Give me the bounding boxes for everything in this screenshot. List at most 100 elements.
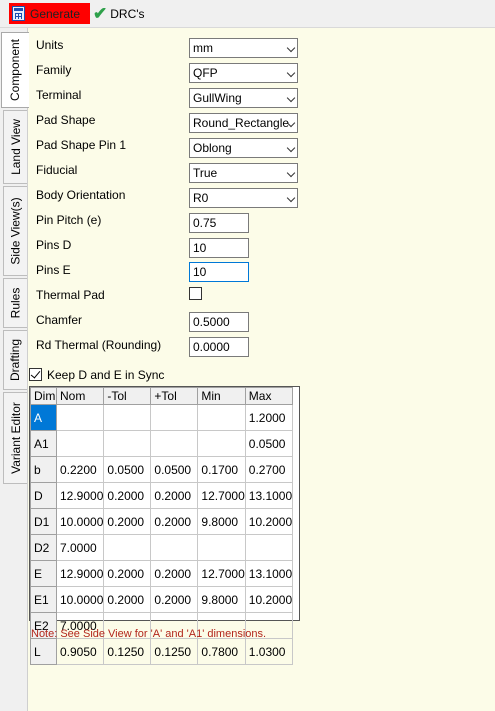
- tab-component[interactable]: Component: [1, 32, 29, 108]
- chevron-down-icon: [286, 68, 296, 78]
- pins-d-input[interactable]: 10: [189, 238, 249, 258]
- pad-shape-label: Pad Shape: [36, 113, 96, 127]
- grid-cell[interactable]: 0.7800: [197, 638, 246, 665]
- table-row[interactable]: A1 0.0500: [30, 430, 294, 457]
- grid-cell[interactable]: 0.1250: [103, 638, 152, 665]
- row-header[interactable]: D2: [30, 534, 57, 561]
- grid-cell[interactable]: 0.0500: [150, 456, 199, 483]
- table-row[interactable]: D1 10.0000 0.2000 0.2000 9.8000 10.2000: [30, 508, 294, 535]
- grid-cell[interactable]: 0.2000: [150, 508, 199, 535]
- grid-cell[interactable]: 12.7000: [197, 482, 246, 509]
- table-row[interactable]: L 0.9050 0.1250 0.1250 0.7800 1.0300: [30, 638, 294, 665]
- rd-thermal-input[interactable]: 0.0000: [189, 337, 249, 357]
- column-header[interactable]: Nom: [55, 387, 105, 405]
- grid-cell[interactable]: [55, 430, 105, 457]
- grid-cell[interactable]: 0.2000: [150, 482, 199, 509]
- grid-cell[interactable]: 0.0500: [103, 456, 152, 483]
- grid-cell[interactable]: 12.9000: [55, 482, 105, 509]
- grid-cell[interactable]: 10.0000: [55, 586, 105, 613]
- row-header[interactable]: E: [30, 560, 57, 587]
- column-header[interactable]: Max: [244, 387, 294, 405]
- column-header[interactable]: Min: [197, 387, 246, 405]
- grid-cell[interactable]: 0.2000: [150, 586, 199, 613]
- grid-cell[interactable]: 12.9000: [55, 560, 105, 587]
- grid-cell[interactable]: [103, 404, 152, 431]
- terminal-dropdown[interactable]: GullWing: [189, 88, 298, 108]
- grid-cell[interactable]: [103, 430, 152, 457]
- rd-thermal-label: Rd Thermal (Rounding): [36, 338, 162, 352]
- row-header[interactable]: D1: [30, 508, 57, 535]
- grid-cell[interactable]: 7.0000: [55, 534, 105, 561]
- pad-shape-pin1-dropdown[interactable]: Oblong: [189, 138, 298, 158]
- grid-cell[interactable]: [244, 534, 294, 561]
- grid-cell[interactable]: [197, 404, 246, 431]
- tab-rules[interactable]: Rules: [3, 278, 27, 328]
- table-row[interactable]: D 12.9000 0.2000 0.2000 12.7000 13.1000: [30, 482, 294, 509]
- grid-cell[interactable]: 1.2000: [244, 404, 294, 431]
- grid-cell[interactable]: 0.2200: [55, 456, 105, 483]
- grid-cell[interactable]: 0.2700: [244, 456, 294, 483]
- grid-cell[interactable]: [150, 404, 199, 431]
- grid-cell[interactable]: 0.1250: [150, 638, 199, 665]
- row-header[interactable]: L: [30, 638, 57, 665]
- pins-d-label: Pins D: [36, 238, 72, 252]
- grid-cell[interactable]: 12.7000: [197, 560, 246, 587]
- grid-cell[interactable]: 0.2000: [103, 586, 152, 613]
- grid-cell[interactable]: 13.1000: [244, 560, 294, 587]
- pins-e-input[interactable]: 10: [189, 262, 249, 282]
- keep-d-e-sync-checkbox[interactable]: [29, 368, 42, 381]
- tab-side-views[interactable]: Side View(s): [3, 186, 27, 276]
- grid-cell[interactable]: [197, 430, 246, 457]
- tab-drafting[interactable]: Drafting: [3, 330, 27, 390]
- fiducial-dropdown[interactable]: True: [189, 163, 298, 183]
- generate-label: Generate: [30, 6, 81, 21]
- row-header[interactable]: A1: [30, 430, 57, 457]
- row-header[interactable]: A: [30, 404, 57, 431]
- units-dropdown[interactable]: mm: [189, 38, 298, 58]
- grid-cell[interactable]: 13.1000: [244, 482, 294, 509]
- grid-cell[interactable]: 1.0300: [244, 638, 294, 665]
- grid-cell[interactable]: 0.2000: [103, 560, 152, 587]
- drc-button[interactable]: ✔ DRC's: [93, 3, 145, 24]
- table-row[interactable]: E 12.9000 0.2000 0.2000 12.7000 13.1000: [30, 560, 294, 587]
- row-header[interactable]: D: [30, 482, 57, 509]
- grid-cell[interactable]: 0.2000: [103, 482, 152, 509]
- row-header[interactable]: b: [30, 456, 57, 483]
- grid-cell[interactable]: [103, 534, 152, 561]
- row-header[interactable]: E1: [30, 586, 57, 613]
- column-header[interactable]: -Tol: [103, 387, 152, 405]
- pin-pitch-label: Pin Pitch (e): [36, 213, 102, 227]
- table-row[interactable]: A 1.2000: [30, 404, 294, 431]
- grid-cell[interactable]: 0.1700: [197, 456, 246, 483]
- table-row[interactable]: b 0.2200 0.0500 0.0500 0.1700 0.2700: [30, 456, 294, 483]
- grid-cell[interactable]: [150, 534, 199, 561]
- grid-cell[interactable]: [150, 430, 199, 457]
- calculator-icon: [12, 6, 25, 21]
- tab-land-view[interactable]: Land View: [3, 110, 27, 184]
- grid-cell[interactable]: 9.8000: [197, 586, 246, 613]
- tab-variant-editor[interactable]: Variant Editor: [3, 392, 27, 484]
- checkmark-icon: ✔: [93, 4, 108, 23]
- generate-button[interactable]: Generate: [9, 3, 90, 24]
- family-dropdown[interactable]: QFP: [189, 63, 298, 83]
- body-orientation-dropdown[interactable]: R0: [189, 188, 298, 208]
- chamfer-input[interactable]: 0.5000: [189, 312, 249, 332]
- table-row[interactable]: E1 10.0000 0.2000 0.2000 9.8000 10.2000: [30, 586, 294, 613]
- column-header[interactable]: +Tol: [150, 387, 199, 405]
- pad-shape-dropdown[interactable]: Round_Rectangle: [189, 113, 298, 133]
- grid-cell[interactable]: [55, 404, 105, 431]
- grid-cell[interactable]: 10.0000: [55, 508, 105, 535]
- grid-cell[interactable]: 10.2000: [244, 586, 294, 613]
- pin-pitch-input[interactable]: 0.75: [189, 213, 249, 233]
- grid-cell[interactable]: [197, 534, 246, 561]
- grid-cell[interactable]: 9.8000: [197, 508, 246, 535]
- grid-cell[interactable]: 10.2000: [244, 508, 294, 535]
- grid-cell[interactable]: 0.9050: [55, 638, 105, 665]
- thermal-pad-checkbox[interactable]: [189, 287, 202, 300]
- body-orientation-label: Body Orientation: [36, 188, 126, 202]
- grid-cell[interactable]: 0.0500: [244, 430, 294, 457]
- grid-cell[interactable]: 0.2000: [103, 508, 152, 535]
- column-header[interactable]: Dim: [30, 387, 57, 405]
- table-row[interactable]: D2 7.0000: [30, 534, 294, 561]
- grid-cell[interactable]: 0.2000: [150, 560, 199, 587]
